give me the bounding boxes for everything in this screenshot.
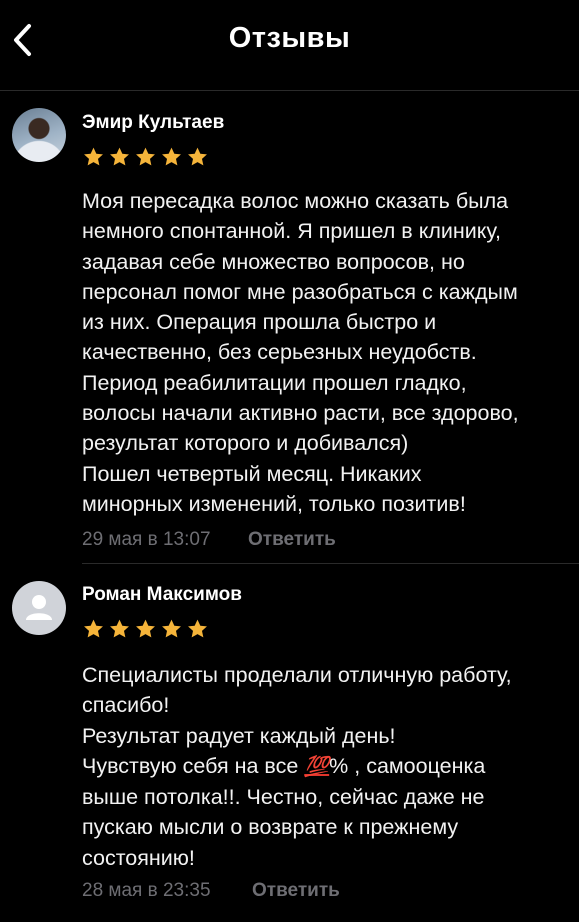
- review-text: Специалисты проделали отличную работу, с…: [82, 660, 567, 873]
- star-icon: [110, 147, 129, 166]
- star-icon: [188, 619, 207, 638]
- review-text: Моя пересадка волос можно сказать была н…: [82, 189, 519, 516]
- review-date: 28 мая в 23:35: [82, 880, 211, 901]
- star-icon: [162, 147, 181, 166]
- rating-stars: [82, 618, 209, 640]
- star-icon: [136, 619, 155, 638]
- divider: [82, 563, 579, 564]
- hundred-points-emoji: 💯: [304, 755, 330, 778]
- page-title: Отзывы: [228, 22, 351, 54]
- reply-button[interactable]: Ответить: [252, 880, 340, 902]
- avatar[interactable]: [12, 108, 66, 162]
- star-icon: [162, 619, 181, 638]
- rating-stars: [82, 146, 209, 168]
- review-author[interactable]: Роман Максимов: [82, 584, 242, 606]
- reply-button[interactable]: Ответить: [248, 529, 336, 551]
- star-icon: [84, 619, 103, 638]
- header: Отзывы: [0, 0, 579, 91]
- star-icon: [84, 147, 103, 166]
- star-icon: [188, 147, 207, 166]
- user-silhouette-icon: [26, 595, 52, 620]
- review-date: 29 мая в 13:07: [82, 529, 211, 550]
- star-icon: [136, 147, 155, 166]
- review-author[interactable]: Эмир Культаев: [82, 112, 224, 134]
- star-icon: [110, 619, 129, 638]
- avatar[interactable]: [12, 581, 66, 635]
